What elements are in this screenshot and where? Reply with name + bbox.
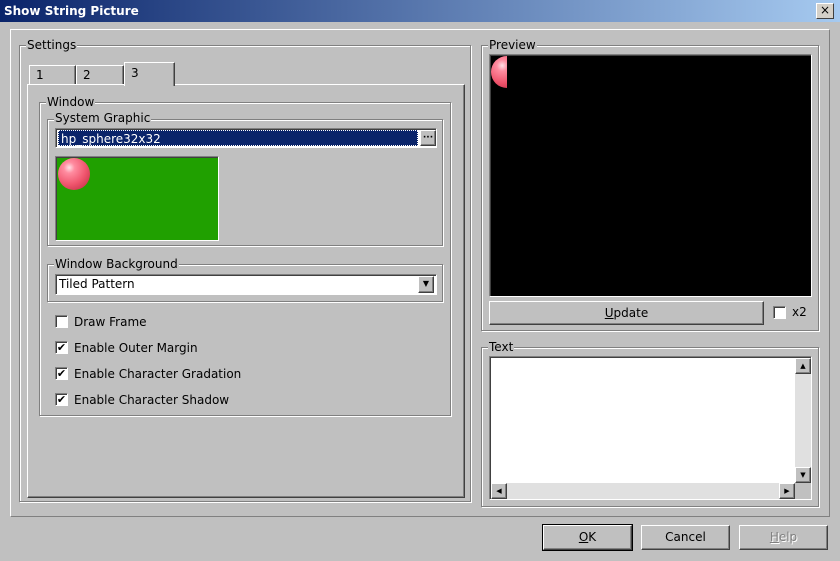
x2-label: x2 xyxy=(792,305,807,319)
browse-button[interactable]: ··· xyxy=(420,130,436,146)
enable-character-shadow-label: Enable Character Shadow xyxy=(74,393,230,407)
update-button-label: Update xyxy=(604,306,649,320)
enable-outer-margin-checkbox[interactable]: ✔ xyxy=(55,341,68,354)
system-graphic-selection: hp_sphere32x32 xyxy=(58,130,418,146)
window-legend: Window xyxy=(46,95,96,109)
draw-frame-checkbox[interactable] xyxy=(55,315,68,328)
sphere-graphic xyxy=(58,158,90,190)
help-button[interactable]: Help xyxy=(739,525,828,550)
system-graphic-value: hp_sphere32x32 xyxy=(61,132,161,146)
enable-character-shadow-checkbox[interactable]: ✔ xyxy=(55,393,68,406)
arrow-down-icon: ▼ xyxy=(800,471,806,479)
preview-sphere xyxy=(491,56,507,88)
vertical-scrollbar[interactable]: ▲ ▼ xyxy=(795,358,811,483)
tab-3[interactable]: 3 xyxy=(124,62,175,86)
tab-1-label: 1 xyxy=(36,68,44,82)
check-icon: ✔ xyxy=(56,341,67,354)
preview-sphere-clip xyxy=(491,56,507,89)
cancel-button[interactable]: Cancel xyxy=(641,525,730,550)
preview-canvas xyxy=(489,54,812,297)
help-button-label: Help xyxy=(769,530,798,544)
enable-character-shadow-row[interactable]: ✔ Enable Character Shadow xyxy=(55,392,275,408)
preview-legend: Preview xyxy=(488,38,537,52)
enable-outer-margin-label: Enable Outer Margin xyxy=(74,341,198,355)
scroll-left-button[interactable]: ◀ xyxy=(491,483,507,499)
enable-character-gradation-label: Enable Character Gradation xyxy=(74,367,242,381)
draw-frame-label: Draw Frame xyxy=(74,315,147,329)
arrow-left-icon: ◀ xyxy=(496,487,502,495)
scroll-right-button[interactable]: ▶ xyxy=(779,483,795,499)
scrollbar-corner xyxy=(795,483,811,499)
system-graphic-preview xyxy=(55,156,219,241)
enable-character-gradation-row[interactable]: ✔ Enable Character Gradation xyxy=(55,366,275,382)
tab-2-label: 2 xyxy=(83,68,91,82)
system-graphic-field[interactable]: hp_sphere32x32 ··· xyxy=(55,128,437,148)
window-background-select[interactable]: Tiled Pattern ▼ xyxy=(55,274,437,295)
title-bar[interactable]: Show String Picture xyxy=(0,0,840,22)
text-legend: Text xyxy=(488,340,515,354)
ok-button-label: OK xyxy=(578,530,597,544)
tab-3-label: 3 xyxy=(131,66,139,80)
window-title: Show String Picture xyxy=(4,4,139,18)
window-background-legend: Window Background xyxy=(54,257,179,271)
close-icon: × xyxy=(819,3,831,17)
check-icon: ✔ xyxy=(56,367,67,380)
scroll-up-button[interactable]: ▲ xyxy=(795,358,811,374)
enable-character-gradation-checkbox[interactable]: ✔ xyxy=(55,367,68,380)
ellipsis-icon: ··· xyxy=(422,133,434,143)
horizontal-scrollbar[interactable]: ◀ ▶ xyxy=(491,483,795,499)
update-button[interactable]: Update xyxy=(489,301,764,325)
x2-checkbox[interactable] xyxy=(773,306,786,319)
settings-legend: Settings xyxy=(26,38,78,52)
chevron-down-icon: ▼ xyxy=(422,279,430,288)
arrow-right-icon: ▶ xyxy=(784,487,790,495)
system-graphic-legend: System Graphic xyxy=(54,111,152,125)
window-background-dropdown-button[interactable]: ▼ xyxy=(418,276,434,293)
cancel-button-label: Cancel xyxy=(665,530,706,544)
enable-outer-margin-row[interactable]: ✔ Enable Outer Margin xyxy=(55,340,255,356)
check-icon: ✔ xyxy=(56,393,67,406)
ok-button[interactable]: OK xyxy=(542,524,633,551)
draw-frame-row[interactable]: Draw Frame xyxy=(55,314,255,330)
scroll-down-button[interactable]: ▼ xyxy=(795,467,811,483)
window-background-value: Tiled Pattern xyxy=(59,277,135,291)
text-area[interactable]: ▲ ▼ ◀ ▶ xyxy=(489,356,812,500)
tab-2[interactable]: 2 xyxy=(76,65,124,85)
tab-1[interactable]: 1 xyxy=(29,65,76,85)
arrow-up-icon: ▲ xyxy=(800,362,806,370)
close-button[interactable]: × xyxy=(816,3,834,19)
